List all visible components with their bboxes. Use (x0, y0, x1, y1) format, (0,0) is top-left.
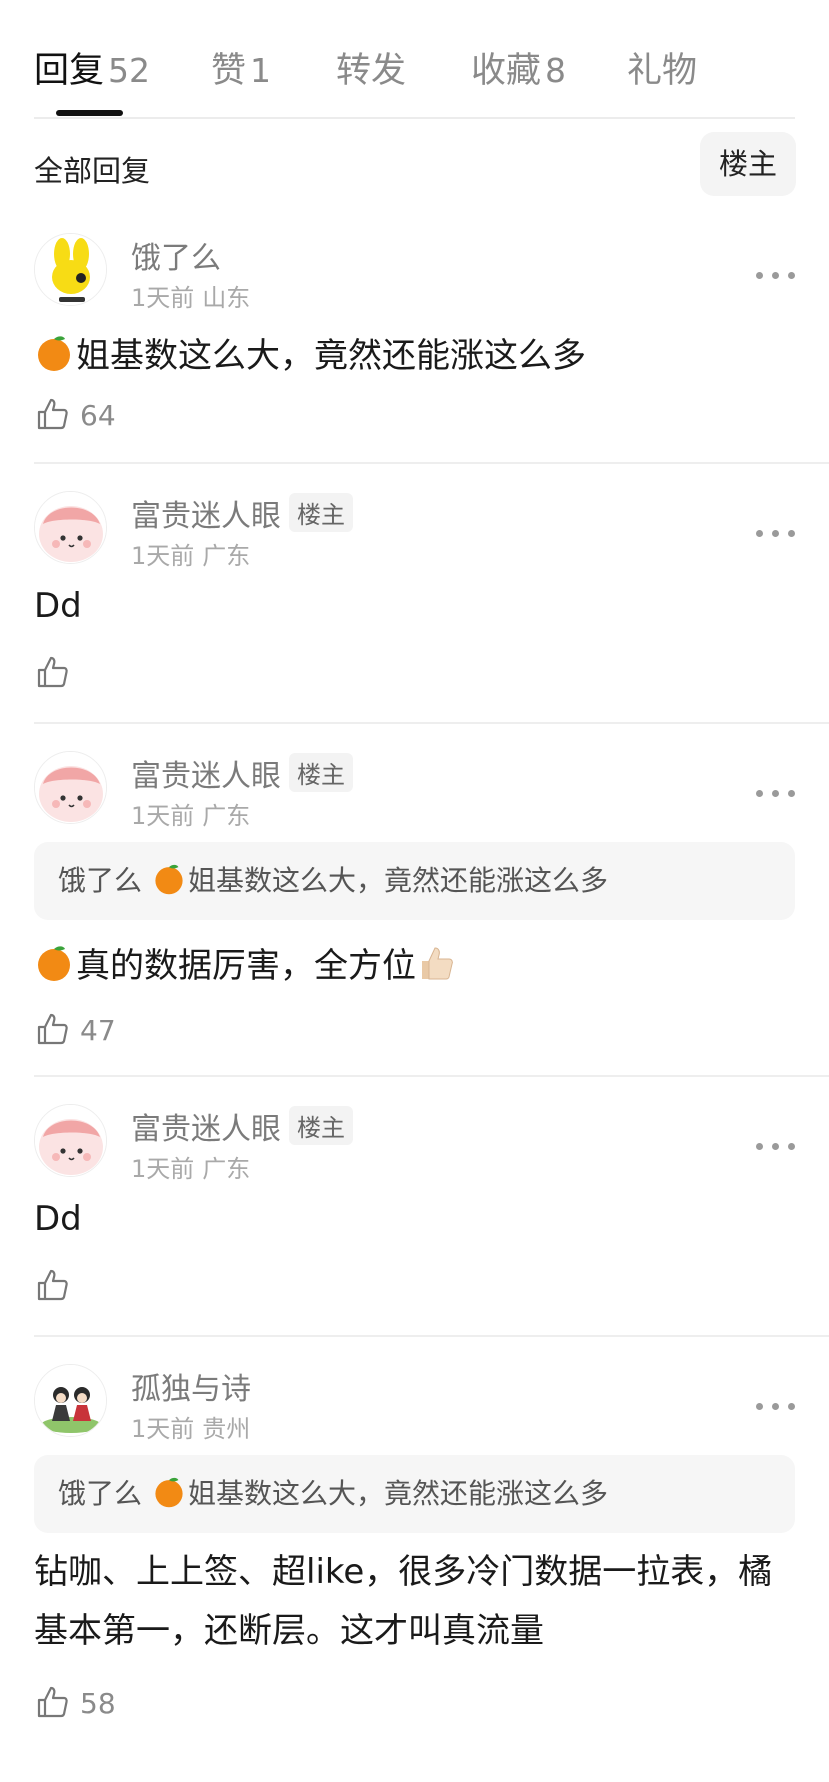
tab-count: 1 (250, 51, 272, 90)
more-options-icon[interactable] (756, 1399, 796, 1413)
comment-region: 贵州 (202, 1415, 251, 1443)
comment-text-body: 姐基数这么大，竟然还能涨这么多 (76, 336, 586, 376)
comment-meta: 1天前 山东 (131, 278, 250, 313)
comment-divider (34, 1075, 829, 1077)
tab-count: 8 (545, 51, 567, 90)
like-count: 47 (80, 1014, 116, 1047)
comment-time: 1天前 (131, 542, 195, 570)
comment-text: 钻咖、上上签、超like，很多冷门数据一拉表，橘基本第一，还断层。这才叫真流量 (34, 1552, 773, 1651)
active-tab-indicator (56, 110, 123, 116)
tangerine-emoji-icon (38, 946, 70, 981)
tab-label: 赞 (211, 51, 247, 91)
tangerine-emoji-icon (38, 336, 70, 371)
tab-reposts[interactable]: 转发 (336, 42, 410, 93)
comment-text: Dd (34, 586, 82, 626)
tab-label: 转发 (336, 51, 407, 91)
avatar[interactable] (34, 751, 107, 824)
owner-badge: 楼主 (289, 493, 353, 532)
more-options-icon[interactable] (756, 268, 796, 282)
tangerine-emoji-icon (155, 864, 183, 895)
tab-likes[interactable]: 赞1 (211, 42, 271, 93)
tab-count: 52 (108, 51, 151, 90)
username[interactable]: 富贵迷人眼 (131, 1112, 281, 1147)
quoted-text: 姐基数这么大，竟然还能涨这么多 (188, 1477, 609, 1510)
like-count: 64 (80, 399, 116, 432)
comment-meta: 1天前 广东 (131, 1149, 250, 1184)
avatar[interactable] (34, 1364, 107, 1437)
tab-gifts[interactable]: 礼物 (627, 42, 701, 93)
thumbs-up-icon (37, 656, 68, 688)
tab-bar: 回复 52 赞1 转发 收藏 8 礼物 (0, 0, 829, 119)
comment-time: 1天前 (131, 1415, 195, 1443)
thumbs-up-icon (37, 1686, 68, 1718)
comment-text: 真的数据厉害，全方位 (34, 938, 458, 987)
tab-favorites[interactable]: 收藏 8 (471, 42, 566, 93)
quoted-username: 饿了么 (58, 1477, 143, 1510)
username[interactable]: 饿了么 (131, 233, 221, 277)
username[interactable]: 富贵迷人眼 (131, 499, 281, 534)
quoted-text: 姐基数这么大，竟然还能涨这么多 (188, 864, 609, 897)
like-count: 58 (80, 1687, 116, 1720)
comment-time: 1天前 (131, 284, 195, 312)
yellow-rabbit-avatar-icon (35, 234, 106, 305)
quoted-comment[interactable]: 饿了么 姐基数这么大，竟然还能涨这么多 (34, 842, 795, 920)
thumbs-up-icon (37, 398, 68, 430)
username-row: 富贵迷人眼 楼主 (131, 491, 353, 535)
comments-page: 回复 52 赞1 转发 收藏 8 礼物 全部回复 楼主 饿了么 1天前 山东 姐… (0, 0, 829, 1782)
username[interactable]: 富贵迷人眼 (131, 759, 281, 794)
comment-divider (34, 722, 829, 724)
pink-mochi-avatar-icon (35, 492, 106, 563)
comment-text: 姐基数这么大，竟然还能涨这么多 (34, 328, 586, 377)
quoted-comment[interactable]: 饿了么 姐基数这么大，竟然还能涨这么多 (34, 1455, 795, 1533)
pink-mochi-avatar-icon (35, 1105, 106, 1176)
tangerine-emoji-icon (155, 1477, 183, 1508)
comment-divider (34, 462, 829, 464)
tab-label: 收藏 (471, 51, 542, 91)
comment-region: 广东 (202, 542, 251, 570)
comment-time: 1天前 (131, 1155, 195, 1183)
owner-only-filter-button[interactable]: 楼主 (700, 132, 796, 196)
username-row: 富贵迷人眼 楼主 (131, 1104, 353, 1148)
comment-region: 山东 (202, 284, 251, 312)
couple-illustration-avatar-icon (35, 1365, 106, 1436)
comment-text: Dd (34, 1199, 82, 1239)
username-row: 富贵迷人眼 楼主 (131, 751, 353, 795)
more-options-icon[interactable] (756, 786, 796, 800)
owner-badge: 楼主 (289, 1106, 353, 1145)
tab-replies[interactable]: 回复 52 (34, 42, 150, 93)
comment-region: 广东 (202, 1155, 251, 1183)
pink-mochi-avatar-icon (35, 752, 106, 823)
comment-text-body: 真的数据厉害，全方位 (76, 946, 416, 986)
filter-row: 全部回复 楼主 (0, 130, 829, 200)
more-options-icon[interactable] (756, 526, 796, 540)
tab-label: 回复 (34, 51, 105, 91)
avatar[interactable] (34, 233, 107, 306)
avatar[interactable] (34, 491, 107, 564)
all-replies-filter[interactable]: 全部回复 (34, 148, 150, 190)
avatar[interactable] (34, 1104, 107, 1177)
username[interactable]: 孤独与诗 (131, 1364, 251, 1408)
owner-badge: 楼主 (289, 753, 353, 792)
tabs-divider (34, 117, 795, 119)
more-options-icon[interactable] (756, 1139, 796, 1153)
thumbs-up-icon (37, 1269, 68, 1301)
comment-region: 广东 (202, 802, 251, 830)
comment-meta: 1天前 广东 (131, 536, 250, 571)
tab-label: 礼物 (627, 51, 698, 91)
thumbs-up-icon (37, 1013, 68, 1045)
quoted-username: 饿了么 (58, 864, 143, 897)
thumbs-up-emoji-icon (422, 947, 453, 980)
comment-time: 1天前 (131, 802, 195, 830)
comment-divider (34, 1335, 829, 1337)
comment-meta: 1天前 贵州 (131, 1409, 250, 1444)
comment-meta: 1天前 广东 (131, 796, 250, 831)
